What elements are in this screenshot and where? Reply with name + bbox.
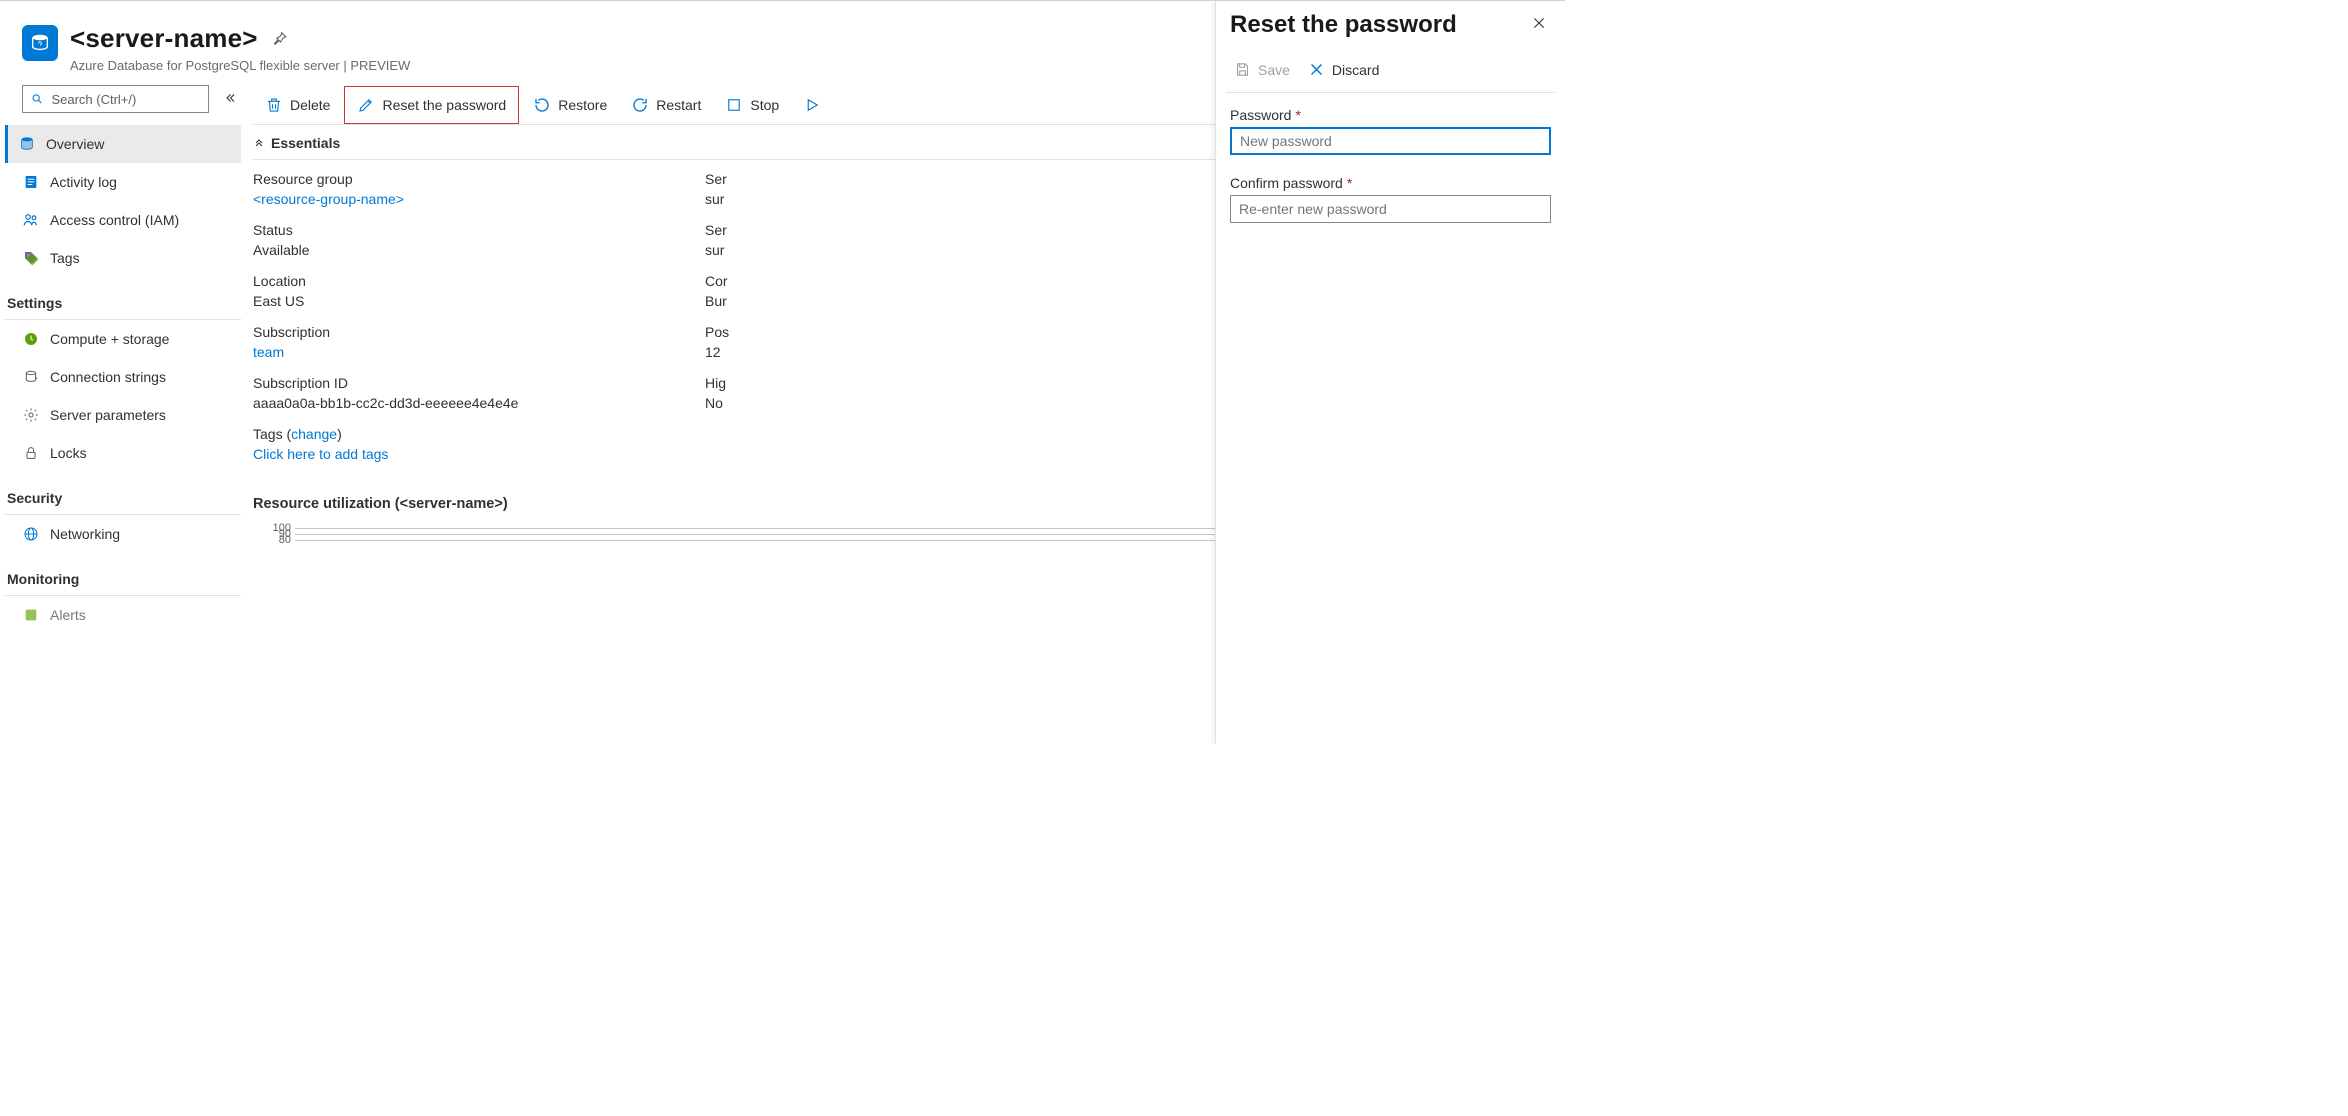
restart-button[interactable]: Restart (619, 85, 713, 125)
postgresql-server-icon (22, 25, 58, 61)
connection-icon (22, 368, 40, 386)
sidebar-item-label: Alerts (50, 607, 86, 623)
sidebar-item-label: Activity log (50, 174, 117, 190)
resource-group-label: Resource group (253, 171, 665, 187)
collapse-sidebar-icon[interactable] (219, 87, 241, 112)
sidebar-item-label: Access control (IAM) (50, 212, 179, 228)
confirm-password-input[interactable] (1230, 195, 1551, 223)
sidebar-item-server-parameters[interactable]: Server parameters (5, 396, 241, 434)
alerts-icon (22, 606, 40, 624)
essentials-label: Essentials (271, 135, 340, 151)
password-label: Password * (1230, 107, 1551, 123)
sidebar-item-alerts[interactable]: Alerts (5, 596, 241, 634)
start-button[interactable] (791, 85, 821, 125)
close-icon (1308, 61, 1325, 78)
delete-button[interactable]: Delete (253, 85, 342, 125)
sidebar-item-tags[interactable]: Tags (5, 239, 241, 277)
gear-icon (22, 406, 40, 424)
status-value: Available (253, 242, 665, 258)
stop-button[interactable]: Stop (713, 85, 791, 125)
button-label: Reset the password (382, 97, 506, 113)
sidebar-item-activity-log[interactable]: Activity log (5, 163, 241, 201)
sidebar-item-label: Locks (50, 445, 87, 461)
stop-icon (725, 96, 743, 114)
globe-icon (22, 525, 40, 543)
password-input[interactable] (1230, 127, 1551, 155)
sidebar-group-security: Security (5, 490, 241, 506)
sidebar-item-networking[interactable]: Networking (5, 515, 241, 553)
resource-group-link[interactable]: <resource-group-name> (253, 191, 665, 207)
sidebar-group-monitoring: Monitoring (5, 571, 241, 587)
compute-icon (22, 330, 40, 348)
button-label: Delete (290, 97, 330, 113)
y-axis-tick: 100 (263, 522, 291, 534)
sidebar-item-label: Compute + storage (50, 331, 169, 347)
sidebar-item-label: Tags (50, 250, 80, 266)
page-title: <server-name> (70, 23, 258, 54)
restore-button[interactable]: Restore (521, 85, 619, 125)
button-label: Restore (558, 97, 607, 113)
add-tags-link[interactable]: Click here to add tags (253, 446, 665, 462)
button-label: Discard (1332, 62, 1379, 78)
sidebar-item-compute-storage[interactable]: Compute + storage (5, 320, 241, 358)
activity-log-icon (22, 173, 40, 191)
sidebar: Overview Activity log Access control (IA… (0, 85, 241, 634)
sidebar-group-settings: Settings (5, 295, 241, 311)
subscription-link[interactable]: team (253, 344, 665, 360)
database-icon (18, 135, 36, 153)
button-label: Stop (750, 97, 779, 113)
reset-password-panel: Reset the password Save Discard (1215, 1, 1565, 744)
pin-icon[interactable] (270, 30, 288, 48)
status-label: Status (253, 222, 665, 238)
page-subtitle: Azure Database for PostgreSQL flexible s… (70, 58, 410, 73)
required-indicator: * (1295, 107, 1300, 123)
save-icon (1234, 61, 1251, 78)
play-icon (803, 96, 821, 114)
sidebar-item-access-control[interactable]: Access control (IAM) (5, 201, 241, 239)
sidebar-item-label: Connection strings (50, 369, 166, 385)
tags-icon (22, 249, 40, 267)
confirm-password-label: Confirm password * (1230, 175, 1551, 191)
sidebar-item-overview[interactable]: Overview (5, 125, 241, 163)
panel-title: Reset the password (1230, 11, 1457, 39)
reset-password-button[interactable]: Reset the password (344, 86, 519, 124)
tags-change-link[interactable]: change (291, 426, 337, 442)
save-button[interactable]: Save (1228, 57, 1296, 82)
required-indicator: * (1347, 175, 1352, 191)
sidebar-item-label: Overview (46, 136, 104, 152)
edit-icon (357, 96, 375, 114)
sidebar-item-label: Networking (50, 526, 120, 542)
restart-icon (631, 96, 649, 114)
trash-icon (265, 96, 283, 114)
chevron-up-icon (253, 136, 265, 151)
close-icon[interactable] (1527, 11, 1551, 38)
location-label: Location (253, 273, 665, 289)
search-box[interactable] (22, 85, 209, 113)
button-label: Save (1258, 62, 1290, 78)
subscription-id-label: Subscription ID (253, 375, 665, 391)
subscription-label: Subscription (253, 324, 665, 340)
sidebar-item-connection-strings[interactable]: Connection strings (5, 358, 241, 396)
subscription-id-value: aaaa0a0a-bb1b-cc2c-dd3d-eeeeee4e4e4e (253, 395, 665, 411)
search-input[interactable] (49, 91, 200, 108)
button-label: Restart (656, 97, 701, 113)
sidebar-item-label: Server parameters (50, 407, 166, 423)
search-icon (31, 92, 43, 106)
sidebar-item-locks[interactable]: Locks (5, 434, 241, 472)
tags-label: Tags (change) (253, 426, 665, 442)
restore-icon (533, 96, 551, 114)
lock-icon (22, 444, 40, 462)
people-icon (22, 211, 40, 229)
discard-button[interactable]: Discard (1302, 57, 1385, 82)
location-value: East US (253, 293, 665, 309)
